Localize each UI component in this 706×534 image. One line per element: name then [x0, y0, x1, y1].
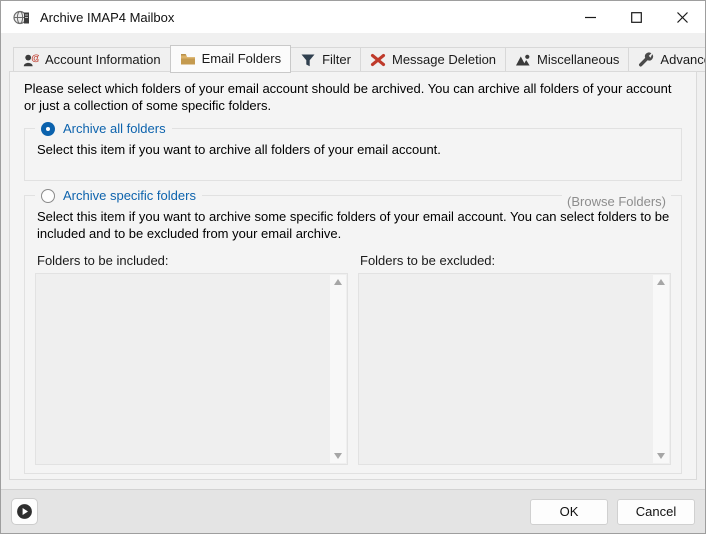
excluded-folders-scrollbar[interactable] [653, 275, 669, 463]
tab-miscellaneous[interactable]: Miscellaneous [505, 47, 629, 72]
archive-specific-radio[interactable] [41, 189, 55, 203]
tab-advanced[interactable]: Advanced [628, 47, 706, 72]
included-folders-column: Folders to be included: [35, 251, 348, 465]
folder-icon [180, 51, 196, 67]
close-button[interactable] [659, 1, 705, 33]
tab-label: Account Information [45, 52, 161, 67]
tab-label: Advanced [660, 52, 706, 67]
wrench-icon [638, 52, 654, 68]
excluded-folders-label: Folders to be excluded: [360, 253, 671, 268]
folder-lists: Folders to be included: Folders to be ex… [35, 251, 671, 465]
excluded-folders-column: Folders to be excluded: [358, 251, 671, 465]
excluded-folders-listbox[interactable] [358, 273, 671, 465]
misc-icon [515, 52, 531, 68]
dialog-archive-imap4-mailbox: Archive IMAP4 Mailbox @ Account Informat… [0, 0, 706, 534]
archive-all-folders-option[interactable]: Archive all folders [35, 121, 172, 136]
tab-label: Filter [322, 52, 351, 67]
tab-message-deletion[interactable]: Message Deletion [360, 47, 506, 72]
archive-specific-label: Archive specific folders [63, 188, 196, 203]
archive-specific-folders-option[interactable]: Archive specific folders [35, 188, 202, 203]
ok-button[interactable]: OK [530, 499, 608, 525]
titlebar: Archive IMAP4 Mailbox [1, 1, 705, 33]
browse-folders-link[interactable]: (Browse Folders) [562, 194, 671, 209]
tab-label: Email Folders [202, 51, 281, 66]
tab-label: Miscellaneous [537, 52, 619, 67]
window-title: Archive IMAP4 Mailbox [40, 10, 174, 25]
svg-text:@: @ [31, 53, 39, 64]
close-icon [677, 12, 688, 23]
dialog-footer: OK Cancel [1, 489, 705, 533]
included-folders-label: Folders to be included: [37, 253, 348, 268]
account-icon: @ [23, 52, 39, 68]
play-icon [16, 503, 33, 520]
archive-all-folders-group: Archive all folders Select this item if … [24, 121, 682, 181]
minimize-button[interactable] [567, 1, 613, 33]
archive-specific-description: Select this item if you want to archive … [35, 205, 671, 242]
archive-all-radio[interactable] [41, 122, 55, 136]
archive-all-label: Archive all folders [63, 121, 166, 136]
filter-icon [300, 52, 316, 68]
tab-email-folders[interactable]: Email Folders [170, 45, 291, 73]
included-folders-listbox[interactable] [35, 273, 348, 465]
maximize-icon [631, 12, 642, 23]
archive-specific-folders-group: Archive specific folders (Browse Folders… [24, 188, 682, 474]
cancel-button[interactable]: Cancel [617, 499, 695, 525]
scroll-down-icon[interactable] [334, 453, 342, 459]
minimize-icon [585, 12, 596, 23]
scroll-up-icon[interactable] [334, 279, 342, 285]
tab-strip: @ Account Information Email Folders Filt… [13, 45, 697, 72]
run-archive-button[interactable] [11, 498, 38, 525]
tab-page-email-folders: Please select which folders of your emai… [9, 71, 697, 480]
archive-all-description: Select this item if you want to archive … [35, 138, 671, 158]
delete-x-icon [370, 52, 386, 68]
tab-label: Message Deletion [392, 52, 496, 67]
app-icon [13, 9, 30, 26]
scroll-up-icon[interactable] [657, 279, 665, 285]
maximize-button[interactable] [613, 1, 659, 33]
intro-text: Please select which folders of your emai… [20, 80, 686, 114]
scroll-down-icon[interactable] [657, 453, 665, 459]
included-folders-scrollbar[interactable] [330, 275, 346, 463]
tab-account-information[interactable]: @ Account Information [13, 47, 171, 72]
tab-filter[interactable]: Filter [290, 47, 361, 72]
window-controls [567, 1, 705, 33]
